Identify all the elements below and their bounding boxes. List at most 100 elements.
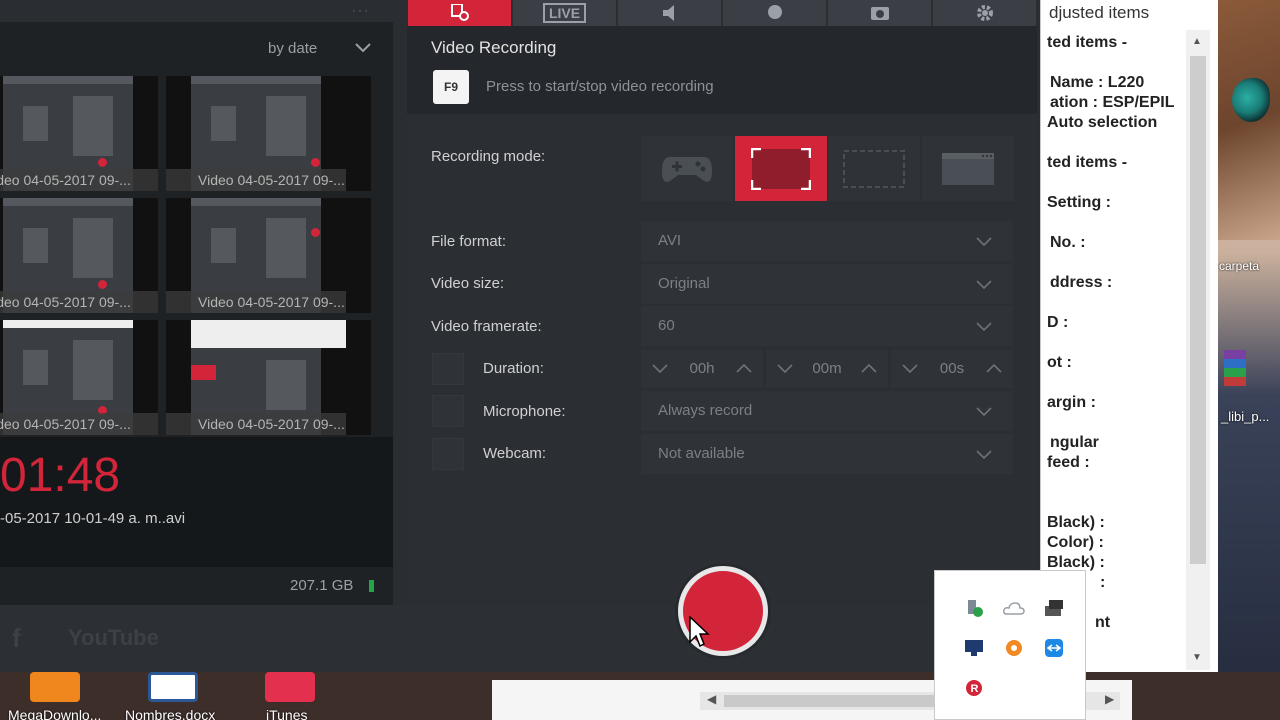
tab-screenshot[interactable] — [828, 0, 931, 26]
mode-fullscreen-button[interactable] — [735, 136, 827, 201]
mouse-cursor-icon — [689, 616, 710, 648]
webcam-checkbox[interactable] — [432, 438, 464, 470]
thumbnail-caption: Video 04-05-2017 09-... — [0, 413, 158, 435]
text-line: ted items - — [1047, 34, 1128, 51]
chevron-down-icon — [976, 322, 992, 332]
text-line: : — [1100, 574, 1106, 591]
bandicam-icon[interactable]: R — [963, 678, 985, 698]
duration-checkbox[interactable] — [432, 353, 464, 385]
text-line: ation : ESP/EPIL — [1050, 94, 1175, 111]
avast-icon[interactable] — [1003, 638, 1025, 658]
text-line: ngular — [1050, 434, 1099, 451]
text-line: ted items - — [1047, 154, 1128, 171]
chevron-up-icon[interactable] — [735, 361, 753, 375]
recording-thumbnail[interactable]: Video 04-05-2017 09-... — [166, 320, 371, 435]
framerate-value: 60 — [658, 317, 675, 334]
chevron-up-icon[interactable] — [985, 361, 1003, 375]
tab-settings[interactable] — [933, 0, 1036, 26]
desktop-icon-label[interactable]: Nombres.docx — [125, 707, 215, 720]
webcam-select[interactable]: Not available — [641, 434, 1013, 474]
microphone-label: Microphone: — [483, 403, 566, 420]
svg-text:R: R — [971, 683, 979, 695]
video-size-value: Original — [658, 275, 710, 292]
thumbnail-caption: Video 04-05-2017 09-... — [166, 169, 346, 191]
text-line: Name : L220 — [1050, 74, 1145, 91]
mode-game-button[interactable] — [641, 136, 733, 201]
camera-icon — [870, 7, 889, 20]
mode-window-button[interactable] — [922, 136, 1014, 201]
storage-indicator — [369, 580, 374, 592]
region-select-icon — [843, 149, 905, 188]
text-line: Black) : — [1047, 514, 1105, 531]
wallpaper-eye — [1232, 78, 1270, 122]
scroll-left-icon[interactable]: ◀ — [707, 692, 716, 706]
desktop-icon-label[interactable]: iTunes — [266, 707, 308, 720]
mode-region-button[interactable] — [828, 136, 920, 201]
sort-dropdown-label[interactable]: by date — [268, 40, 317, 57]
word-document-icon[interactable] — [148, 672, 198, 702]
text-line: Color) : — [1047, 534, 1104, 551]
megadownloader-icon[interactable] — [30, 672, 80, 702]
gallery-toolbar — [0, 0, 393, 22]
recording-thumbnail[interactable]: Video 04-05-2017 09-... — [166, 76, 371, 191]
text-line: No. : — [1050, 234, 1086, 251]
text-line: feed : — [1047, 454, 1090, 471]
chevron-down-icon — [976, 280, 992, 290]
fullscreen-icon — [751, 147, 811, 190]
gallery-menu-button[interactable]: ··· — [352, 3, 370, 17]
text-line: nt — [1095, 614, 1111, 631]
tab-live[interactable]: LIVE — [513, 0, 616, 26]
video-size-select[interactable]: Original — [641, 264, 1013, 304]
desktop-icon-label[interactable]: MegaDownlo... — [8, 707, 101, 720]
recording-filename: -05-2017 10-01-49 a. m..avi — [0, 510, 186, 527]
text-line: D : — [1047, 314, 1069, 331]
facebook-icon[interactable]: f — [12, 623, 21, 654]
page-title: Video Recording — [431, 38, 557, 57]
youtube-icon[interactable]: YouTube — [68, 625, 159, 651]
window-title: djusted items — [1049, 3, 1150, 22]
hotkey-button[interactable]: F9 — [433, 70, 469, 104]
chevron-down-icon — [976, 450, 992, 460]
desktop-icon-label[interactable]: carpeta — [1219, 259, 1259, 273]
display-icon[interactable] — [963, 638, 985, 658]
scrollbar-thumb[interactable] — [1190, 56, 1206, 564]
duration-hours-stepper[interactable]: 00h — [641, 350, 763, 388]
scroll-right-icon[interactable]: ▶ — [1105, 692, 1114, 706]
winrar-icon[interactable] — [1224, 350, 1246, 386]
usb-icon[interactable] — [963, 598, 985, 618]
desktop-icon-label[interactable]: _libi_p... — [1221, 409, 1269, 424]
duration-seconds-stepper[interactable]: 00s — [891, 350, 1013, 388]
microphone-select[interactable]: Always record — [641, 391, 1013, 431]
itunes-icon[interactable] — [265, 672, 315, 702]
duration-minutes-stepper[interactable]: 00m — [766, 350, 888, 388]
file-format-value: AVI — [658, 232, 682, 249]
thumbnail-caption: Video 04-05-2017 09-... — [166, 291, 346, 313]
scroll-down-icon[interactable]: ▼ — [1192, 652, 1202, 663]
tab-webcam[interactable] — [723, 0, 826, 26]
scrollbar-thumb[interactable] — [724, 695, 934, 707]
network-icon[interactable] — [1043, 598, 1065, 618]
recording-thumbnail[interactable]: Video 04-05-2017 09-... — [0, 76, 158, 191]
video-size-label: Video size: — [431, 275, 505, 292]
file-format-select[interactable]: AVI — [641, 221, 1013, 261]
onedrive-icon[interactable] — [1003, 598, 1025, 618]
recording-thumbnail[interactable]: Video 04-05-2017 09-... — [0, 320, 158, 435]
recording-thumbnail[interactable]: Video 04-05-2017 09-... — [0, 198, 158, 313]
chevron-down-icon — [976, 407, 992, 417]
text-line: Auto selection — [1047, 114, 1158, 131]
teamviewer-icon[interactable] — [1043, 638, 1065, 658]
thumbnail-caption: Video 04-05-2017 09-... — [0, 169, 158, 191]
framerate-select[interactable]: 60 — [641, 306, 1013, 346]
tab-video[interactable] — [408, 0, 511, 26]
scroll-up-icon[interactable]: ▲ — [1192, 36, 1202, 47]
recording-thumbnail[interactable]: Video 04-05-2017 09-... — [166, 198, 371, 313]
webcam-icon — [767, 5, 782, 19]
thumbnail-caption: Video 04-05-2017 09-... — [0, 291, 158, 313]
tab-audio[interactable] — [618, 0, 721, 26]
live-icon: LIVE — [542, 3, 587, 23]
chevron-down-icon[interactable] — [354, 38, 372, 56]
microphone-checkbox[interactable] — [432, 395, 464, 427]
text-line: ddress : — [1050, 274, 1113, 291]
recording-duration: 01:48 — [0, 449, 121, 502]
chevron-up-icon[interactable] — [860, 361, 878, 375]
